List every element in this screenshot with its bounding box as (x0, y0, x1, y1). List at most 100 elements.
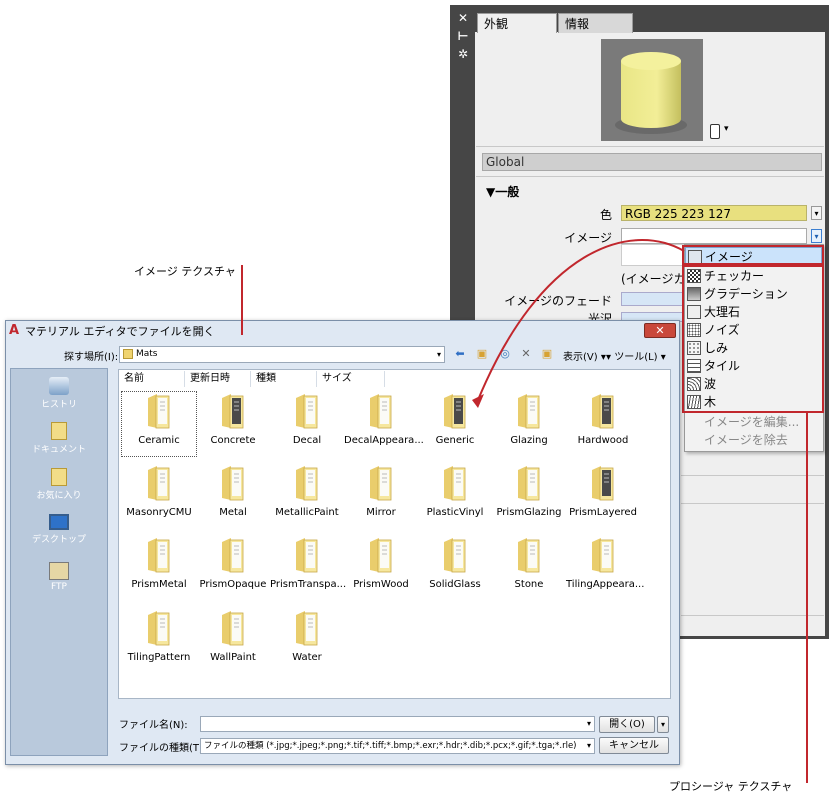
image-texture-callout: イメージ テクスチャ (134, 265, 236, 278)
folder-item[interactable]: MasonryCMU (122, 464, 196, 528)
divider (476, 146, 824, 147)
place-favorites[interactable]: お気に入り (10, 468, 108, 501)
folder-name: PrismLayered (569, 507, 637, 518)
divider (681, 503, 824, 504)
folder-item[interactable]: Mirror (344, 464, 418, 528)
folder-item[interactable]: PlasticVinyl (418, 464, 492, 528)
look-in-combo[interactable]: Mats ▾ (119, 346, 445, 363)
place-documents[interactable]: ドキュメント (10, 422, 108, 455)
material-name-bar[interactable]: Global (482, 153, 822, 171)
column-size[interactable]: サイズ (317, 371, 385, 387)
folder-item[interactable]: Metal (196, 464, 270, 528)
look-in-label: 探す場所(I): (64, 352, 119, 363)
cancel-button[interactable]: キャンセル (599, 737, 669, 754)
procedural-highlight-box (682, 265, 824, 413)
tab-appearance[interactable]: 外観 (477, 13, 557, 33)
folder-name: PrismGlazing (496, 507, 562, 518)
file-type-label: ファイルの種類(T): (119, 743, 207, 754)
procedural-texture-callout: プロシージャ テクスチャ (669, 780, 793, 793)
divider (681, 615, 824, 616)
folder-item[interactable]: PrismGlazing (492, 464, 566, 528)
folder-name: Decal (292, 435, 322, 446)
folder-item[interactable]: Stone (492, 536, 566, 600)
folder-icon (443, 536, 467, 574)
folder-item[interactable]: PrismTranspa... (270, 536, 346, 600)
desktop-icon (49, 514, 69, 530)
folder-icon (147, 536, 171, 574)
folder-item[interactable]: PrismWood (344, 536, 418, 600)
folder-name: TilingPattern (127, 652, 191, 663)
color-label: 色 (599, 208, 612, 222)
dropdown-item-edit-image: イメージを編集... (704, 415, 800, 429)
folder-name: Mirror (366, 507, 396, 518)
folder-icon (295, 609, 319, 647)
column-type[interactable]: 種類 (251, 371, 317, 387)
ftp-icon (49, 562, 69, 580)
folder-item[interactable]: DecalAppeara... (344, 392, 424, 456)
preview-options-icon[interactable] (710, 124, 720, 139)
folder-icon (295, 392, 319, 430)
folder-item[interactable]: TilingPattern (122, 609, 196, 673)
settings-icon[interactable]: ✲ (456, 47, 470, 61)
place-desktop[interactable]: デスクトップ (10, 514, 108, 545)
color-field[interactable]: RGB 225 223 127 (621, 205, 807, 221)
tab-info[interactable]: 情報 (558, 13, 633, 33)
favorites-icon (51, 468, 67, 486)
material-preview (601, 39, 703, 141)
folder-name: WallPaint (210, 652, 256, 663)
preview-options-arrow[interactable]: ▾ (724, 124, 729, 134)
folder-name: Generic (435, 435, 475, 446)
chevron-down-icon[interactable]: ▾ (437, 347, 441, 362)
folder-item[interactable]: TilingAppeara... (566, 536, 645, 600)
folder-item[interactable]: Concrete (196, 392, 270, 456)
folder-name: Metal (219, 507, 247, 518)
folder-item[interactable]: PrismOpaque (196, 536, 270, 600)
autocad-logo-icon: A (9, 323, 20, 338)
folder-item[interactable]: WallPaint (196, 609, 270, 673)
place-history[interactable]: ヒストリ (10, 377, 108, 410)
documents-icon (51, 422, 67, 440)
image-dropdown-button[interactable]: ▾ (811, 229, 822, 243)
section-general-header[interactable]: ▼一般 (486, 183, 519, 200)
folder-name: Hardwood (577, 435, 629, 446)
folder-icon (221, 392, 245, 430)
callout-arrow (472, 239, 685, 408)
folder-icon (221, 464, 245, 502)
folder-name: PrismWood (353, 579, 409, 590)
folder-icon (147, 464, 171, 502)
color-dropdown-button[interactable]: ▾ (811, 206, 822, 220)
folder-name: MetallicPaint (275, 507, 339, 518)
folder-item[interactable]: SolidGlass (418, 536, 492, 600)
file-name-input[interactable]: ▾ (200, 716, 595, 732)
place-ftp[interactable]: FTP (10, 562, 108, 592)
folder-icon (591, 464, 615, 502)
folder-icon (517, 536, 541, 574)
dialog-title: マテリアル エディタでファイルを開く (25, 325, 215, 338)
folder-item[interactable]: Ceramic (121, 391, 197, 457)
folder-icon (123, 349, 133, 359)
callout-line (806, 413, 808, 783)
folder-item[interactable]: PrismLayered (566, 464, 640, 528)
chevron-down-icon[interactable]: ▾ (584, 739, 591, 753)
folder-name: TilingAppeara... (566, 579, 645, 590)
column-date[interactable]: 更新日時 (185, 371, 251, 387)
folder-item[interactable]: Decal (270, 392, 344, 456)
column-name[interactable]: 名前 (119, 371, 185, 387)
open-options-button[interactable]: ▾ (657, 716, 669, 733)
file-name-label: ファイル名(N): (119, 720, 188, 731)
folder-icon (369, 392, 393, 430)
folder-item[interactable]: MetallicPaint (270, 464, 344, 528)
pin-icon[interactable]: ⊢ (456, 29, 470, 43)
folder-name: Stone (514, 579, 544, 590)
folder-name: Water (292, 652, 322, 663)
close-icon[interactable]: ✕ (456, 11, 470, 25)
cylinder-preview-icon (615, 52, 687, 134)
folder-item[interactable]: Water (270, 609, 344, 673)
callout-line (241, 265, 243, 335)
file-type-combo[interactable]: ファイルの種類 (*.jpg;*.jpeg;*.png;*.tif;*.tiff… (200, 738, 595, 754)
folder-item[interactable]: PrismMetal (122, 536, 196, 600)
open-button[interactable]: 開く(O) (599, 716, 655, 733)
chevron-down-icon[interactable]: ▾ (587, 717, 591, 731)
folder-name: Glazing (510, 435, 548, 446)
folder-icon (369, 464, 393, 502)
